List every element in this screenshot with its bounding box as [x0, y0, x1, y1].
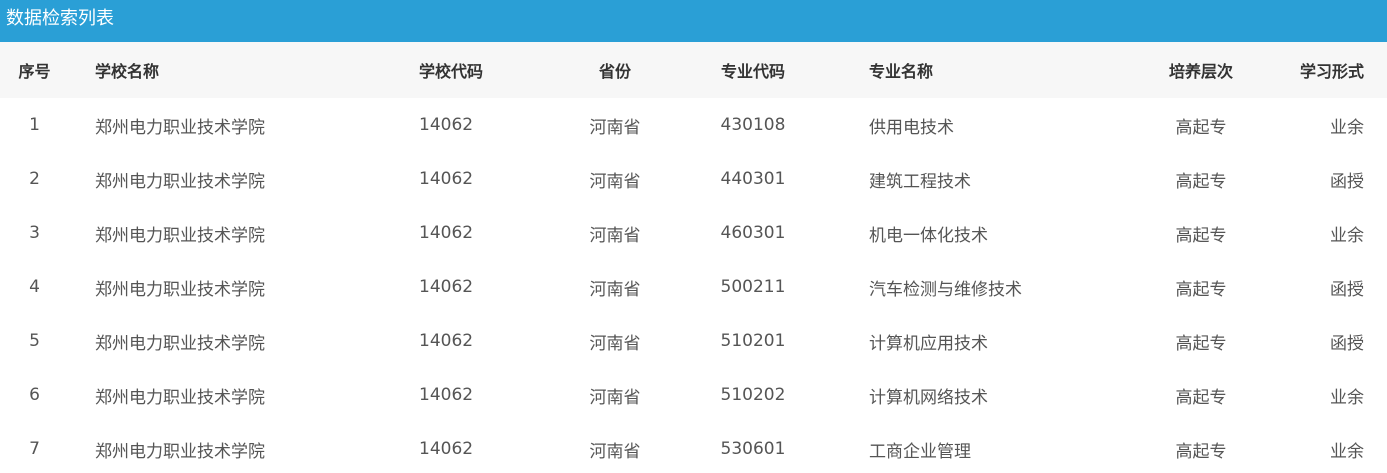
cell-province: 河南省 — [589, 333, 641, 354]
cell-major-name: 工商企业管理 — [869, 441, 971, 462]
table-header-row: 序号 学校名称 学校代码 省份 专业代码 专业名称 培养层次 学习形式 — [0, 42, 1387, 98]
header-study-mode: 学习形式 — [1299, 62, 1364, 81]
cell-school-code: 14062 — [419, 115, 474, 135]
cell-major-code: 460301 — [720, 223, 786, 243]
cell-major-code: 530601 — [720, 439, 786, 459]
cell-major-code: 430108 — [720, 115, 786, 135]
cell-school-code: 14062 — [419, 331, 474, 351]
cell-major-name: 供用电技术 — [869, 117, 954, 138]
cell-education-level: 高起专 — [1175, 171, 1227, 192]
results-table: 序号 学校名称 学校代码 省份 专业代码 专业名称 培养层次 学习形式 1 郑州电… — [0, 42, 1387, 473]
cell-study-mode: 业余 — [1330, 387, 1364, 408]
table-row: 7 郑州电力职业技术学院 14062 河南省 530601 工商企业管理 高起专 业余 — [0, 422, 1387, 473]
cell-study-mode: 函授 — [1330, 279, 1364, 300]
cell-study-mode: 函授 — [1330, 171, 1364, 192]
header-education-level: 培养层次 — [1168, 62, 1233, 81]
header-school-code: 学校代码 — [419, 62, 484, 81]
cell-school-code: 14062 — [419, 385, 474, 405]
cell-study-mode: 业余 — [1330, 441, 1364, 462]
panel-title: 数据检索列表 — [0, 0, 1387, 42]
cell-index: 6 — [29, 385, 40, 405]
cell-province: 河南省 — [589, 441, 641, 462]
cell-education-level: 高起专 — [1175, 279, 1227, 300]
cell-index: 3 — [29, 223, 40, 243]
cell-education-level: 高起专 — [1175, 387, 1227, 408]
cell-study-mode: 函授 — [1330, 333, 1364, 354]
cell-education-level: 高起专 — [1175, 117, 1227, 138]
cell-major-name: 计算机应用技术 — [869, 333, 988, 354]
header-school-name: 学校名称 — [95, 62, 160, 81]
cell-school-name: 郑州电力职业技术学院 — [95, 387, 265, 408]
table-row: 4 郑州电力职业技术学院 14062 河南省 500211 汽车检测与维修技术 高起专 函授 — [0, 260, 1387, 314]
search-results-panel: 数据检索列表 序号 学校名称 学校代码 省份 专业代码 专业名称 培养层次 学习… — [0, 0, 1387, 473]
cell-major-name: 建筑工程技术 — [869, 171, 971, 192]
cell-major-code: 510202 — [720, 385, 786, 405]
cell-education-level: 高起专 — [1175, 225, 1227, 246]
cell-school-name: 郑州电力职业技术学院 — [95, 117, 265, 138]
cell-province: 河南省 — [589, 171, 641, 192]
cell-school-code: 14062 — [419, 439, 474, 459]
cell-major-name: 机电一体化技术 — [869, 225, 988, 246]
header-major-code: 专业代码 — [720, 62, 785, 81]
cell-school-name: 郑州电力职业技术学院 — [95, 225, 265, 246]
table-row: 5 郑州电力职业技术学院 14062 河南省 510201 计算机应用技术 高起专 函授 — [0, 314, 1387, 368]
cell-education-level: 高起专 — [1175, 441, 1227, 462]
header-index: 序号 — [18, 62, 51, 81]
table-row: 3 郑州电力职业技术学院 14062 河南省 460301 机电一体化技术 高起专 业余 — [0, 206, 1387, 260]
cell-province: 河南省 — [589, 387, 641, 408]
cell-index: 4 — [29, 277, 40, 297]
cell-school-code: 14062 — [419, 223, 474, 243]
cell-index: 5 — [29, 331, 40, 351]
cell-major-code: 500211 — [720, 277, 786, 297]
table-row: 6 郑州电力职业技术学院 14062 河南省 510202 计算机网络技术 高起专 业余 — [0, 368, 1387, 422]
table-row: 2 郑州电力职业技术学院 14062 河南省 440301 建筑工程技术 高起专 函授 — [0, 152, 1387, 206]
header-province: 省份 — [598, 62, 631, 81]
cell-province: 河南省 — [589, 117, 641, 138]
cell-major-code: 510201 — [720, 331, 786, 351]
cell-index: 7 — [29, 439, 40, 459]
cell-index: 1 — [29, 115, 40, 135]
cell-province: 河南省 — [589, 279, 641, 300]
cell-school-name: 郑州电力职业技术学院 — [95, 279, 265, 300]
cell-major-name: 计算机网络技术 — [869, 387, 988, 408]
cell-study-mode: 业余 — [1330, 225, 1364, 246]
cell-school-name: 郑州电力职业技术学院 — [95, 441, 265, 462]
cell-province: 河南省 — [589, 225, 641, 246]
cell-school-code: 14062 — [419, 169, 474, 189]
cell-index: 2 — [29, 169, 40, 189]
cell-major-name: 汽车检测与维修技术 — [869, 279, 1022, 300]
cell-education-level: 高起专 — [1175, 333, 1227, 354]
cell-school-code: 14062 — [419, 277, 474, 297]
cell-major-code: 440301 — [720, 169, 786, 189]
table-row: 1 郑州电力职业技术学院 14062 河南省 430108 供用电技术 高起专 业余 — [0, 98, 1387, 152]
cell-school-name: 郑州电力职业技术学院 — [95, 333, 265, 354]
cell-study-mode: 业余 — [1330, 117, 1364, 138]
cell-school-name: 郑州电力职业技术学院 — [95, 171, 265, 192]
header-major-name: 专业名称 — [869, 62, 934, 81]
